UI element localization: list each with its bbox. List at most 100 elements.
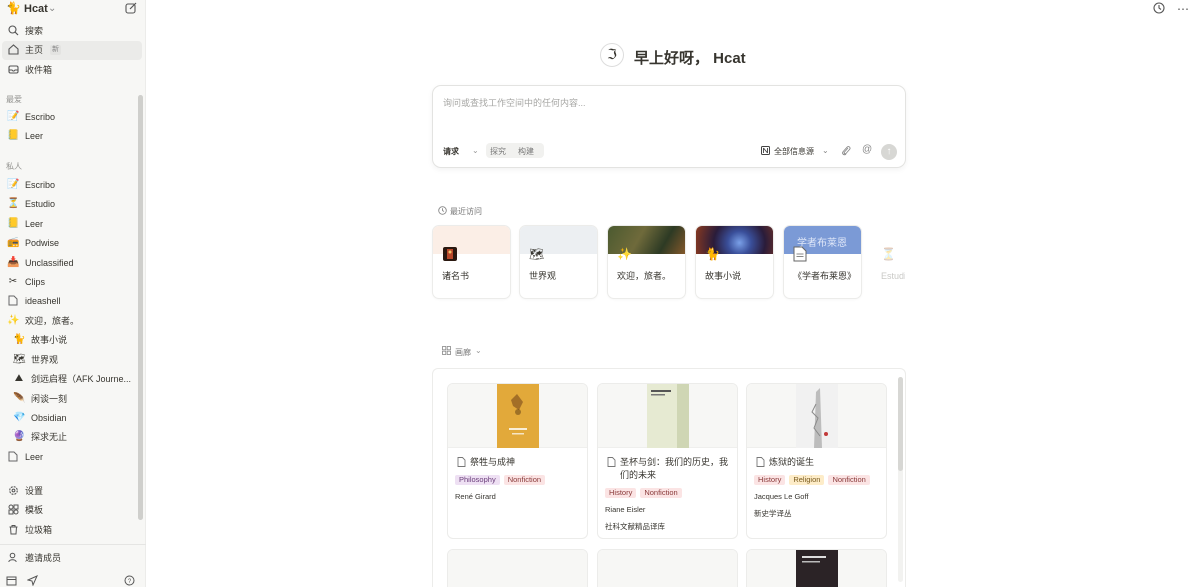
sidebar-item-favorite[interactable]: 📝 Escribo xyxy=(2,108,142,127)
recent-card-title: 世界观 xyxy=(529,271,557,281)
chevron-down-icon[interactable]: ⌄ xyxy=(822,146,829,155)
sidebar-item-label: Escribo xyxy=(25,112,56,122)
paperclip-icon[interactable] xyxy=(841,145,851,159)
obsidian-icon: 💎 xyxy=(13,412,26,423)
sparkles-icon: ✨ xyxy=(617,247,632,261)
sidebar-item-page[interactable]: Leer xyxy=(2,448,142,467)
sidebar-item-page[interactable]: 📒 Leer xyxy=(2,215,142,234)
invite-members-button[interactable]: 邀请成员 xyxy=(2,549,142,568)
card-cover xyxy=(747,550,886,587)
sidebar-item-page[interactable]: 🐈 故事小说 xyxy=(2,331,142,350)
sidebar-item-page[interactable]: 🪶 闲谈一刻 xyxy=(2,390,142,409)
updates-clock-icon[interactable] xyxy=(1152,2,1166,16)
mode-ask-dropdown[interactable]: 请求 xyxy=(443,146,459,157)
sidebar: 🐈 Hcat ⌄ 搜索 主页 新 收件箱 最爱 📝 Escribo 📒 Leer… xyxy=(0,0,146,587)
book-cover-image xyxy=(796,550,838,587)
map-icon: 🗺 xyxy=(13,354,26,365)
help-icon[interactable]: ? xyxy=(124,575,135,587)
sidebar-item-templates[interactable]: 模板 xyxy=(2,501,142,520)
gallery-card[interactable]: 祭牲与成神 Philosophy Nonfiction René Girard xyxy=(447,383,588,539)
sidebar-item-page[interactable]: ideashell xyxy=(2,292,142,311)
recent-card[interactable]: 🗺 世界观 xyxy=(519,225,598,299)
sidebar-item-label: 设置 xyxy=(25,486,44,496)
sidebar-divider xyxy=(0,544,146,545)
recent-card-title: 诸名书 xyxy=(442,271,470,281)
workspace-switcher[interactable]: 🐈 Hcat ⌄ xyxy=(0,0,146,18)
home-icon xyxy=(7,44,19,56)
gallery-card-title: 圣杯与剑：我们的历史，我们的未来 xyxy=(620,457,729,480)
sidebar-item-page[interactable]: 🔮 探求无止 xyxy=(2,428,142,447)
recent-card[interactable]: 学者布莱恩 《学者布莱恩》 xyxy=(783,225,862,299)
book-icon xyxy=(442,246,458,262)
podcast-icon: 📻 xyxy=(7,237,20,248)
sidebar-item-page[interactable]: ⏳ Estudio xyxy=(2,195,142,214)
recent-card[interactable]: ⏳ Estudio xyxy=(871,225,906,299)
calendar-icon[interactable] xyxy=(6,575,17,587)
search-input[interactable]: 询问或查找工作空间中的任何内容... xyxy=(443,96,586,109)
inbox-tray-icon: 📥 xyxy=(7,257,20,268)
page-icon xyxy=(457,457,466,470)
gallery-card[interactable] xyxy=(597,549,738,587)
sidebar-item-label: 闲谈一刻 xyxy=(31,394,68,404)
gallery-card[interactable] xyxy=(746,549,887,587)
ai-search-box[interactable]: 询问或查找工作空间中的任何内容... 请求 ⌄ 探究 构建 全部信息源 ⌄ @ … xyxy=(432,85,906,168)
sidebar-item-page[interactable]: ✂ Clips xyxy=(2,273,142,292)
sidebar-item-page[interactable]: ✨ 欢迎，旅者。 xyxy=(2,312,142,331)
sidebar-item-settings[interactable]: 设置 xyxy=(2,482,142,501)
gallery-card[interactable] xyxy=(447,549,588,587)
recent-card[interactable]: 🐈 故事小说 xyxy=(695,225,774,299)
sidebar-item-label: Leer xyxy=(25,219,44,229)
new-page-icon[interactable] xyxy=(124,1,138,15)
sidebar-item-label: 收件箱 xyxy=(25,65,53,75)
sidebar-item-label: 模板 xyxy=(25,505,44,515)
sidebar-item-favorite[interactable]: 📒 Leer xyxy=(2,127,142,146)
cat-icon: 🐈 xyxy=(705,247,720,261)
ledger-icon: 📒 xyxy=(7,218,20,229)
sidebar-item-search[interactable]: 搜索 xyxy=(2,22,142,41)
recent-card-title: Estudio xyxy=(881,271,906,281)
page-icon xyxy=(793,246,809,262)
recent-card[interactable]: 诸名书 xyxy=(432,225,511,299)
tag-list: History Religion Nonfiction xyxy=(754,475,870,485)
sources-icon[interactable] xyxy=(761,146,770,157)
sources-dropdown[interactable]: 全部信息源 xyxy=(774,146,814,157)
sidebar-item-page[interactable]: 💎 Obsidian xyxy=(2,409,142,428)
mode-build-button[interactable]: 构建 xyxy=(518,146,534,157)
sidebar-scrollbar[interactable] xyxy=(138,95,143,520)
gallery-card[interactable]: 圣杯与剑：我们的历史，我们的未来 History Nonfiction Rian… xyxy=(597,383,738,539)
mention-icon[interactable]: @ xyxy=(862,144,872,155)
send-icon[interactable] xyxy=(26,575,38,587)
hourglass-icon: ⏳ xyxy=(881,247,896,261)
sidebar-item-page[interactable]: ⛰ 剑远启程（AFK Journe... xyxy=(2,370,142,389)
add-user-icon xyxy=(7,552,19,564)
sidebar-item-trash[interactable]: 垃圾箱 xyxy=(2,521,142,540)
gallery-card-title: 炼狱的诞生 xyxy=(769,457,815,467)
gallery-container: 祭牲与成神 Philosophy Nonfiction René Girard … xyxy=(432,368,906,587)
more-options-icon[interactable]: ⋯ xyxy=(1176,2,1190,16)
sidebar-item-label: Leer xyxy=(25,452,44,462)
sidebar-item-label: 故事小说 xyxy=(31,335,68,345)
author: Riane Eisler xyxy=(605,505,646,514)
chevron-down-icon[interactable]: ⌄ xyxy=(472,146,479,155)
sidebar-item-page[interactable]: 📝 Escribo xyxy=(2,176,142,195)
sidebar-item-label: 剑远启程（AFK Journe... xyxy=(31,374,132,384)
tag: Religion xyxy=(789,475,825,485)
tag: Nonfiction xyxy=(503,475,546,485)
sidebar-item-page[interactable]: 📥 Unclassified xyxy=(2,254,142,273)
send-button[interactable]: ↑ xyxy=(881,144,897,160)
gallery-card-title: 祭牲与成神 xyxy=(470,457,516,467)
mode-explore-button[interactable]: 探究 xyxy=(490,146,506,157)
sidebar-item-label: 探求无止 xyxy=(31,432,68,442)
recent-card[interactable]: ✨ 欢迎，旅者。 xyxy=(607,225,686,299)
sidebar-item-inbox[interactable]: 收件箱 xyxy=(2,61,142,80)
gallery-scrollbar[interactable] xyxy=(898,377,903,471)
card-cover xyxy=(598,384,737,448)
cat-icon: 🐈 xyxy=(13,334,26,345)
sidebar-item-page[interactable]: 🗺 世界观 xyxy=(2,351,142,370)
tag: Nonfiction xyxy=(640,488,682,498)
sidebar-item-home[interactable]: 主页 新 xyxy=(2,41,142,60)
sidebar-item-page[interactable]: 📻 Podwise xyxy=(2,234,142,253)
template-icon xyxy=(7,504,19,516)
gallery-card[interactable]: 炼狱的诞生 History Religion Nonfiction Jacque… xyxy=(746,383,887,539)
memo-icon: 📝 xyxy=(7,111,20,122)
